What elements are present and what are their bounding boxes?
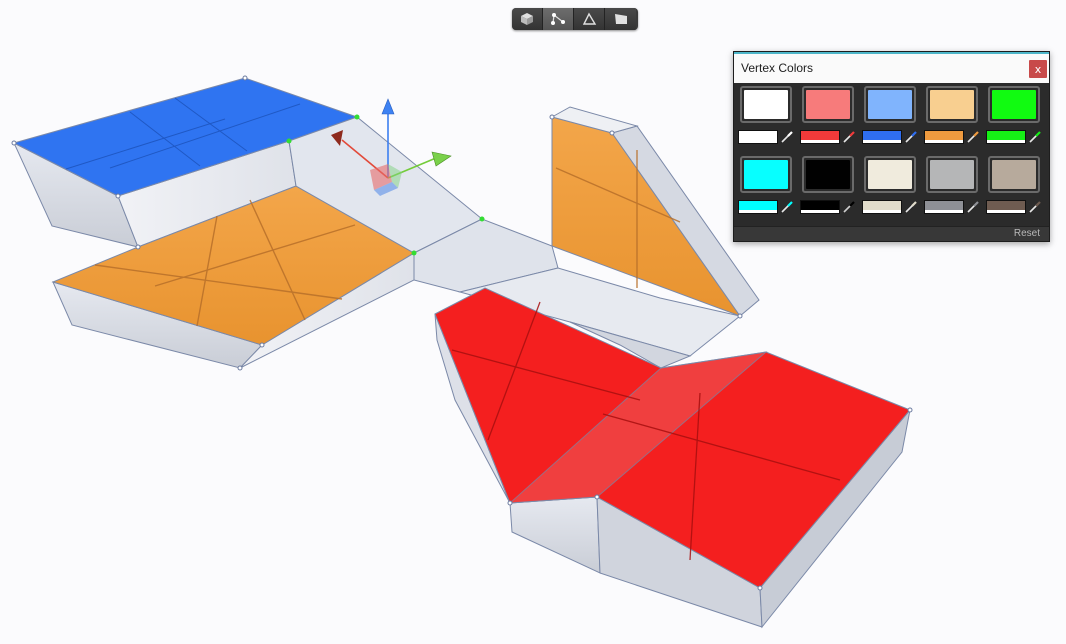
panel-title: Vertex Colors [741, 61, 814, 75]
eyedropper-icon[interactable] [780, 200, 794, 214]
color-swatch-cell [800, 86, 856, 146]
color-swatch-cell [738, 156, 794, 216]
color-field[interactable] [924, 200, 964, 214]
color-field[interactable] [986, 200, 1026, 214]
color-field[interactable] [986, 130, 1026, 144]
color-field[interactable] [738, 200, 778, 214]
panel-header: Vertex Colors x [734, 52, 1049, 83]
vertex-mode-button[interactable] [543, 8, 574, 30]
eyedropper-icon[interactable] [904, 130, 918, 144]
face-icon [614, 14, 627, 24]
reset-button[interactable]: Reset [1014, 227, 1040, 241]
color-field[interactable] [862, 130, 902, 144]
color-swatch-button[interactable] [740, 156, 792, 193]
eyedropper-icon[interactable] [842, 130, 856, 144]
color-swatch-cell [986, 156, 1042, 216]
color-swatch-cell [862, 86, 918, 146]
color-swatch-cell [862, 156, 918, 216]
color-field[interactable] [924, 130, 964, 144]
color-swatch-button[interactable] [864, 86, 916, 123]
color-swatch-cell [924, 156, 980, 216]
color-swatch-cell [924, 86, 980, 146]
eyedropper-icon[interactable] [842, 200, 856, 214]
color-swatch-button[interactable] [864, 156, 916, 193]
cube-icon [521, 13, 533, 25]
color-swatch-cell [800, 156, 856, 216]
eyedropper-icon[interactable] [780, 130, 794, 144]
color-swatch-cell [986, 86, 1042, 146]
color-field[interactable] [800, 200, 840, 214]
panel-footer: Reset [734, 226, 1049, 241]
eyedropper-icon[interactable] [904, 200, 918, 214]
color-field[interactable] [862, 200, 902, 214]
color-swatch-button[interactable] [926, 156, 978, 193]
face-mode-button[interactable] [605, 8, 636, 30]
vertex-colors-panel: Vertex Colors x Reset [733, 51, 1050, 242]
color-swatch-button[interactable] [740, 86, 792, 123]
color-swatch-button[interactable] [926, 86, 978, 123]
eyedropper-icon[interactable] [966, 200, 980, 214]
color-field[interactable] [738, 130, 778, 144]
color-swatch-button[interactable] [988, 156, 1040, 193]
eyedropper-icon[interactable] [1028, 200, 1042, 214]
color-swatch-button[interactable] [988, 86, 1040, 123]
mode-toolbar [512, 8, 638, 30]
object-mode-button[interactable] [512, 8, 543, 30]
vertex-icon [551, 13, 565, 25]
color-swatch-cell [738, 86, 794, 146]
edge-icon [582, 12, 597, 25]
color-swatch-button[interactable] [802, 86, 854, 123]
edge-mode-button[interactable] [574, 8, 605, 30]
eyedropper-icon[interactable] [966, 130, 980, 144]
color-field[interactable] [800, 130, 840, 144]
color-swatch-button[interactable] [802, 156, 854, 193]
eyedropper-icon[interactable] [1028, 130, 1042, 144]
close-button[interactable]: x [1029, 60, 1047, 78]
